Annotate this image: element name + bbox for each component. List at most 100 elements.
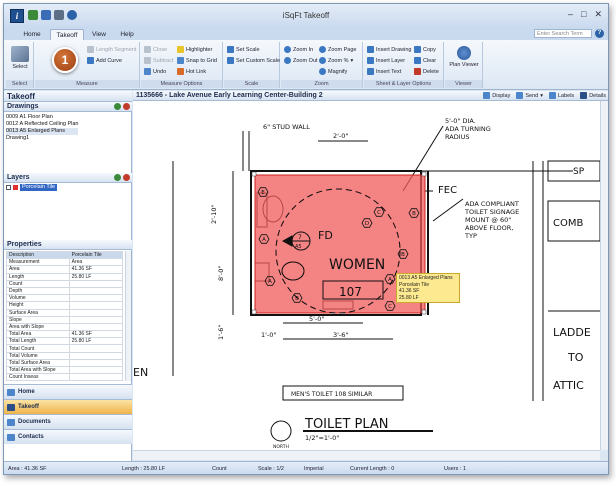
plan-viewer-button[interactable]: Plan Viewer <box>447 46 481 68</box>
takeoff-icon <box>7 404 15 411</box>
zoom-out-button[interactable]: Zoom Out <box>284 57 317 64</box>
property-value[interactable] <box>68 351 124 360</box>
insert-layer-button[interactable]: Insert Layer <box>367 57 405 64</box>
table-row[interactable]: Total Length 25.80 LF <box>6 337 124 346</box>
insert-text-button[interactable]: Insert Text <box>367 68 401 75</box>
property-name: Area with Slope <box>6 322 70 332</box>
zoom-in-button[interactable]: Zoom In <box>284 46 313 53</box>
property-value[interactable] <box>68 279 124 288</box>
length-segment-button[interactable]: Length Segment <box>87 46 136 53</box>
hot-link-button[interactable]: Hot Link <box>177 68 206 75</box>
table-row[interactable]: Length 25.80 LF <box>6 272 124 281</box>
snap-to-grid-label: Snap to Grid <box>186 57 217 64</box>
property-value[interactable] <box>68 301 124 310</box>
help-button-icon[interactable]: ? <box>595 29 604 38</box>
list-item[interactable]: Drawing1 <box>6 135 78 142</box>
table-row[interactable]: Measurement Area <box>6 258 124 267</box>
property-value[interactable]: 41.36 SF <box>68 330 124 339</box>
property-value[interactable] <box>68 344 124 353</box>
property-value[interactable]: 25.80 LF <box>68 272 124 281</box>
property-value[interactable]: 41.36 SF <box>68 265 124 274</box>
property-value[interactable]: Porcelain Tile <box>68 250 124 260</box>
table-row[interactable]: Depth <box>6 286 124 296</box>
nav-documents[interactable]: Documents <box>4 414 132 429</box>
property-value[interactable] <box>68 373 124 382</box>
zoom-page-button[interactable]: Zoom Page <box>319 46 356 53</box>
undo-button[interactable]: Undo <box>144 68 166 75</box>
table-row[interactable]: Total Surface Area <box>6 358 124 368</box>
table-row[interactable]: Count <box>6 279 124 288</box>
remove-drawing-icon[interactable] <box>123 103 130 110</box>
zoom-percent-button[interactable]: Zoom % ▾ <box>319 57 353 64</box>
minimize-icon[interactable]: – <box>568 9 573 20</box>
add-layer-icon[interactable] <box>114 174 121 181</box>
layer-checkbox[interactable] <box>6 185 11 190</box>
maximize-icon[interactable]: □ <box>581 9 586 20</box>
north-arrow <box>270 420 292 442</box>
magnify-button[interactable]: Magnify <box>319 68 347 75</box>
search-input[interactable]: Enter Search Term <box>534 29 592 38</box>
display-button[interactable]: Display <box>483 92 510 99</box>
remove-layer-icon[interactable] <box>123 174 130 181</box>
nav-home[interactable]: Home <box>4 384 132 399</box>
insert-drawing-button[interactable]: Insert Drawing <box>367 46 411 53</box>
property-value[interactable] <box>68 294 124 303</box>
table-row[interactable]: Total Area with Slope <box>6 365 124 375</box>
status-area: Area : 41.36 SF <box>8 466 47 472</box>
nav-contacts[interactable]: Contacts <box>4 429 132 444</box>
properties-header: Properties <box>4 240 132 250</box>
tab-takeoff[interactable]: Takeoff <box>50 29 84 40</box>
table-row[interactable]: Description Porcelain Tile <box>6 250 124 260</box>
tab-help[interactable]: Help <box>116 29 138 40</box>
list-item[interactable]: 0012 A Reflected Ceiling Plan <box>6 121 78 128</box>
clear-button[interactable]: Clear <box>414 57 436 64</box>
property-value[interactable] <box>68 358 124 368</box>
tab-home[interactable]: Home <box>18 29 46 40</box>
table-row[interactable]: Count Inseas <box>6 373 124 382</box>
window-title: iSqFt Takeoff <box>282 11 330 20</box>
close-icon[interactable]: ✕ <box>594 9 602 20</box>
properties-scrollbar[interactable] <box>125 251 131 381</box>
property-value[interactable]: 25.80 LF <box>68 337 124 346</box>
set-scale-button[interactable]: Set Scale <box>227 46 260 53</box>
details-button[interactable]: Details <box>580 92 606 99</box>
table-row[interactable]: Volume <box>6 294 124 303</box>
select-button[interactable]: Select <box>8 46 32 70</box>
labels-button[interactable]: Labels <box>548 92 574 99</box>
table-row[interactable]: Total Count <box>6 344 124 353</box>
table-row[interactable]: Total Volume <box>6 351 124 360</box>
tab-view[interactable]: View <box>88 29 110 40</box>
property-value[interactable] <box>68 322 124 332</box>
table-row[interactable]: Area 41.36 SF <box>6 265 124 274</box>
delete-button[interactable]: Delete <box>414 68 439 75</box>
send-button[interactable]: Send ▾ <box>516 92 543 99</box>
list-item[interactable]: 0009 A1 Floor Plan <box>6 114 78 121</box>
list-item[interactable]: 0013 A5 Enlarged Plans <box>6 128 79 135</box>
property-value[interactable] <box>68 286 124 296</box>
table-row[interactable]: Area with Slope <box>6 322 124 332</box>
close-button[interactable]: Close <box>144 46 167 53</box>
table-row[interactable]: Height <box>6 301 124 310</box>
property-value[interactable] <box>68 308 124 317</box>
nav-takeoff[interactable]: Takeoff <box>4 399 132 414</box>
layers-title: Layers <box>7 174 30 181</box>
subtract-button[interactable]: Subtract <box>144 57 173 64</box>
snap-to-grid-button[interactable]: Snap to Grid <box>177 57 217 64</box>
set-custom-scale-button[interactable]: Set Custom Scale <box>227 57 280 64</box>
copy-button[interactable]: Copy <box>414 46 436 53</box>
table-row[interactable]: Slope <box>6 315 124 324</box>
table-row[interactable]: Total Area 41.36 SF <box>6 330 124 339</box>
add-curve-button[interactable]: Add Curve <box>87 57 122 64</box>
property-name: Length <box>6 272 70 281</box>
layer-item[interactable]: Porcelain Tile <box>6 184 58 191</box>
property-value[interactable] <box>68 365 124 375</box>
drawing-canvas[interactable]: 6" STUD WALL 2'-0" 2'-10" 8'-0" 1'-6" 5'… <box>133 101 600 450</box>
property-value[interactable] <box>68 315 124 324</box>
canvas-vertical-scrollbar[interactable] <box>600 101 608 450</box>
property-value[interactable]: Area <box>68 258 124 267</box>
copy-icon <box>414 46 421 53</box>
add-drawing-icon[interactable] <box>114 103 121 110</box>
highlighter-button[interactable]: Highlighter <box>177 46 212 53</box>
canvas-horizontal-scrollbar[interactable] <box>133 450 600 460</box>
table-row[interactable]: Surface Area <box>6 308 124 317</box>
